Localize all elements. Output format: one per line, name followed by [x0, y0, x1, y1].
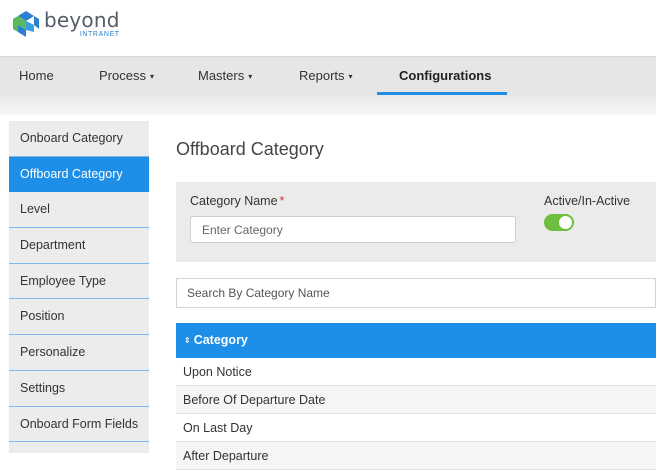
sidebar-item-offboard-category[interactable]: Offboard Category: [9, 156, 149, 193]
active-toggle-label: Active/In-Active: [544, 194, 631, 208]
column-header-label: Category: [193, 333, 248, 347]
sidebar-item-onboard-category[interactable]: Onboard Category: [9, 121, 149, 157]
nav-configurations[interactable]: Configurations: [399, 57, 491, 95]
brand-logo[interactable]: beyond INTRANET: [12, 10, 120, 38]
table-row[interactable]: Upon Notice: [176, 358, 656, 386]
app-header: beyond INTRANET: [0, 0, 656, 56]
nav-home-label: Home: [19, 68, 54, 83]
category-name-input[interactable]: [190, 216, 516, 243]
beyond-logo-icon: [13, 11, 39, 37]
sidebar-item-settings[interactable]: Settings: [9, 371, 149, 407]
table-row[interactable]: After Departure: [176, 442, 656, 470]
sidebar-item-personalize[interactable]: Personalize: [9, 335, 149, 371]
top-navigation: Home Process ▾ Masters ▾ Reports ▾ Configur…: [0, 56, 656, 96]
config-sidebar: Onboard Category Offboard Category Level…: [9, 121, 149, 453]
sidebar-item-onboard-form-fields[interactable]: Onboard Form Fields: [9, 407, 149, 443]
sidebar-item-employee-type[interactable]: Employee Type: [9, 264, 149, 300]
chevron-down-icon: ▾: [248, 72, 253, 81]
column-header-category[interactable]: ⇕ Category: [176, 323, 656, 358]
nav-process-label: Process: [99, 68, 146, 83]
main-content: Offboard Category Category Name* Active/…: [149, 121, 656, 470]
nav-shadow: [0, 95, 656, 115]
category-name-label: Category Name *: [190, 194, 284, 208]
category-name-label-text: Category Name: [190, 194, 278, 208]
category-form: Category Name* Active/In-Active: [176, 182, 656, 262]
required-marker: *: [279, 194, 285, 208]
nav-reports-label: Reports: [299, 68, 345, 83]
page-title: Offboard Category: [176, 139, 324, 159]
brand-name: beyond: [44, 8, 120, 32]
sort-icon: ⇕: [184, 336, 191, 345]
chevron-down-icon: ▾: [348, 72, 353, 81]
table-row[interactable]: On Last Day: [176, 414, 656, 442]
category-table: ⇕ Category Upon Notice Before Of Departur…: [176, 323, 656, 470]
sidebar-item-position[interactable]: Position: [9, 299, 149, 336]
chevron-down-icon: ▾: [149, 72, 154, 81]
sidebar-item-department[interactable]: Department: [9, 228, 149, 264]
sidebar-item-level[interactable]: Level: [9, 192, 149, 229]
nav-masters-label: Masters: [198, 68, 245, 83]
nav-masters[interactable]: Masters ▾: [198, 57, 252, 95]
brand-subtitle: INTRANET: [79, 31, 120, 38]
nav-process[interactable]: Process ▾: [99, 57, 154, 95]
table-row[interactable]: Before Of Departure Date: [176, 386, 656, 414]
toggle-knob: [559, 216, 572, 229]
active-toggle[interactable]: [544, 214, 574, 231]
nav-reports[interactable]: Reports ▾: [299, 57, 353, 95]
nav-home[interactable]: Home: [19, 57, 54, 95]
nav-configurations-label: Configurations: [399, 68, 492, 83]
search-category-input[interactable]: [176, 278, 656, 308]
